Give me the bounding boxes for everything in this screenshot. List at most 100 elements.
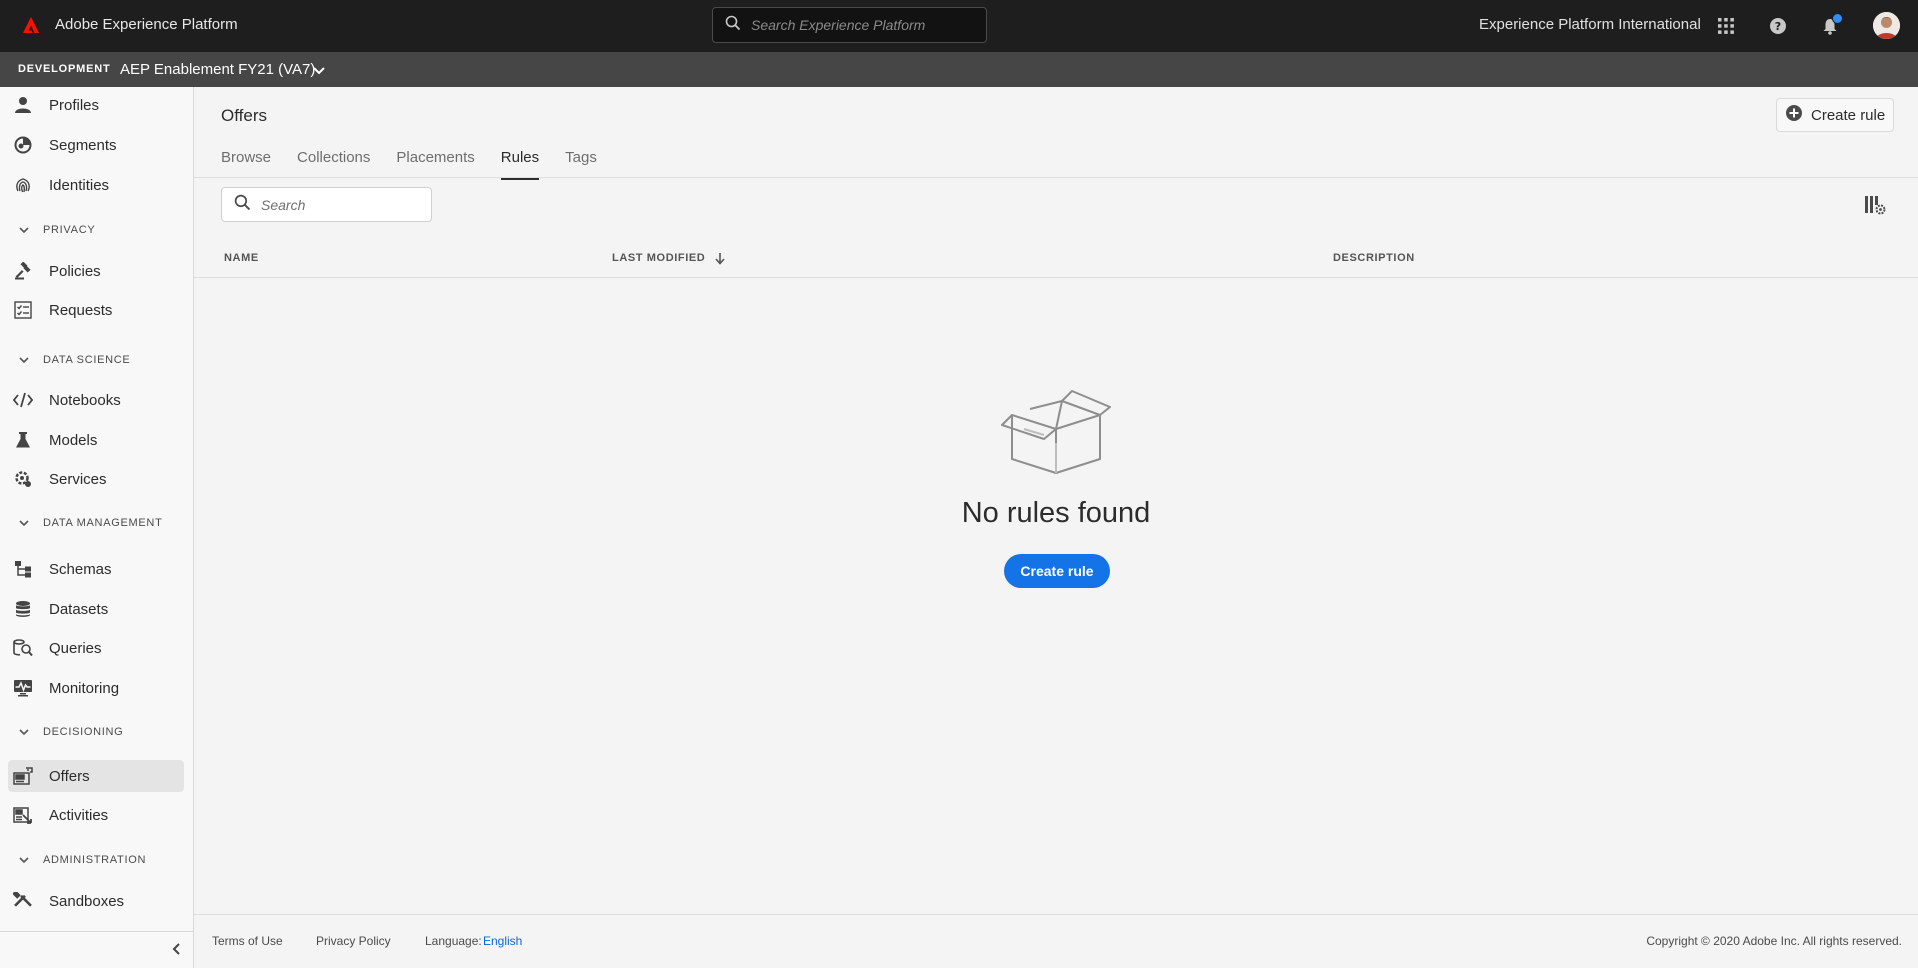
sidebar-item-segments[interactable]: Segments [8, 129, 184, 161]
section-data-management[interactable]: DATA MANAGEMENT [18, 513, 163, 533]
sandbox-bar: DEVELOPMENT AEP Enablement FY21 (VA7) [0, 52, 1918, 87]
sidebar-item-label: Queries [49, 639, 102, 657]
column-header-description[interactable]: DESCRIPTION [1333, 252, 1415, 264]
sidebar-item-label: Segments [49, 136, 117, 154]
gear-services-icon [13, 469, 33, 489]
page-title: Offers [221, 106, 267, 125]
sidebar-item-label: Offers [49, 767, 90, 785]
tab-bar: Browse Collections Placements Rules Tags [221, 149, 623, 180]
sidebar-item-label: Notebooks [49, 391, 121, 409]
apps-grid-icon[interactable] [1713, 13, 1739, 39]
section-decisioning[interactable]: DECISIONING [18, 722, 123, 742]
chevron-down-icon [19, 729, 29, 736]
sidebar-item-notebooks[interactable]: Notebooks [8, 384, 184, 416]
sidebar-item-requests[interactable]: Requests [8, 294, 184, 326]
offers-icon [13, 766, 33, 786]
sidebar-item-services[interactable]: Services [8, 463, 184, 495]
schema-icon [13, 559, 33, 579]
sidebar: Profiles Segments Identities PRIVACY Pol… [0, 87, 194, 968]
database-icon [13, 599, 33, 619]
section-label: DECISIONING [43, 726, 124, 738]
checklist-icon [13, 300, 33, 320]
sidebar-item-label: Datasets [49, 600, 109, 618]
tab-browse[interactable]: Browse [221, 149, 271, 180]
terms-link[interactable]: Terms of Use [212, 934, 283, 948]
activities-icon [13, 805, 33, 825]
sidebar-item-label: Services [49, 470, 107, 488]
section-label: DATA MANAGEMENT [43, 517, 163, 529]
footer-divider [194, 914, 1918, 915]
tab-placements[interactable]: Placements [396, 149, 474, 180]
help-icon[interactable]: ? [1765, 13, 1791, 39]
section-administration[interactable]: ADMINISTRATION [18, 850, 146, 870]
section-data-science[interactable]: DATA SCIENCE [18, 350, 130, 370]
section-label: ADMINISTRATION [43, 854, 147, 866]
chevron-left-icon[interactable] [168, 940, 186, 958]
search-icon [234, 194, 251, 216]
global-search-input[interactable] [751, 17, 971, 33]
org-switcher[interactable]: Experience Platform International [1479, 16, 1701, 33]
sidebar-item-identities[interactable]: Identities [8, 169, 184, 201]
code-icon [13, 390, 33, 410]
fingerprint-icon [13, 175, 33, 195]
sidebar-item-label: Identities [49, 176, 110, 194]
adobe-logo-icon[interactable] [18, 12, 44, 38]
arrow-down-icon[interactable] [714, 252, 726, 265]
section-label: PRIVACY [43, 224, 96, 236]
column-header-last-modified[interactable]: LAST MODIFIED [612, 252, 705, 264]
sandbox-name[interactable]: AEP Enablement FY21 (VA7) [120, 61, 315, 78]
bell-icon[interactable] [1817, 13, 1843, 39]
create-rule-button[interactable]: Create rule [1776, 98, 1894, 132]
chevron-down-icon[interactable] [311, 62, 327, 78]
sidebar-item-monitoring[interactable]: Monitoring [8, 672, 184, 704]
tabs-divider [194, 177, 1918, 178]
empty-box-icon [1000, 387, 1112, 477]
sidebar-item-label: Sandboxes [49, 892, 125, 910]
query-icon [13, 638, 33, 658]
empty-state-message: No rules found [961, 497, 1151, 529]
sidebar-item-policies[interactable]: Policies [8, 255, 184, 287]
copyright: Copyright © 2020 Adobe Inc. All rights r… [1646, 934, 1902, 948]
chevron-down-icon [19, 857, 29, 864]
sidebar-item-profiles[interactable]: Profiles [8, 89, 184, 121]
chevron-down-icon [19, 357, 29, 364]
sidebar-item-label: Models [49, 431, 98, 449]
tab-collections[interactable]: Collections [297, 149, 370, 180]
svg-text:?: ? [1775, 20, 1781, 33]
rules-search[interactable] [221, 187, 432, 222]
sidebar-item-models[interactable]: Models [8, 424, 184, 456]
sidebar-item-label: Policies [49, 262, 101, 280]
sidebar-item-queries[interactable]: Queries [8, 632, 184, 664]
global-search[interactable] [712, 7, 987, 43]
sidebar-item-label: Activities [49, 806, 109, 824]
create-rule-label: Create rule [1811, 106, 1886, 124]
privacy-link[interactable]: Privacy Policy [316, 934, 391, 948]
language-label: Language: [425, 934, 482, 948]
sidebar-item-schemas[interactable]: Schemas [8, 553, 184, 585]
sidebar-item-label: Profiles [49, 96, 100, 114]
avatar[interactable] [1873, 12, 1900, 39]
tab-tags[interactable]: Tags [565, 149, 597, 180]
sidebar-item-activities[interactable]: Activities [8, 799, 184, 831]
tab-rules[interactable]: Rules [500, 149, 540, 180]
main-content: Offers Create rule Browse Collections Pl… [194, 87, 1918, 968]
sidebar-item-sandboxes[interactable]: Sandboxes [8, 885, 184, 917]
chevron-down-icon [19, 227, 29, 234]
language-link[interactable]: English [483, 934, 522, 948]
column-settings-icon[interactable] [1864, 194, 1886, 216]
sidebar-divider [0, 931, 193, 932]
column-header-name[interactable]: NAME [224, 252, 259, 264]
sidebar-item-offers[interactable]: Offers [8, 760, 184, 792]
top-bar: Adobe Experience Platform Experience Pla… [0, 0, 1918, 52]
create-rule-cta-button[interactable]: Create rule [1004, 554, 1110, 588]
rules-search-input[interactable] [261, 196, 421, 213]
app-title[interactable]: Adobe Experience Platform [55, 16, 238, 33]
sidebar-item-datasets[interactable]: Datasets [8, 593, 184, 625]
table-header-divider [194, 277, 1918, 278]
tools-icon [13, 891, 33, 911]
notification-dot [1832, 13, 1843, 24]
profile-icon [13, 95, 33, 115]
sidebar-item-label: Schemas [49, 560, 112, 578]
section-privacy[interactable]: PRIVACY [18, 220, 95, 240]
sidebar-item-label: Requests [49, 301, 113, 319]
